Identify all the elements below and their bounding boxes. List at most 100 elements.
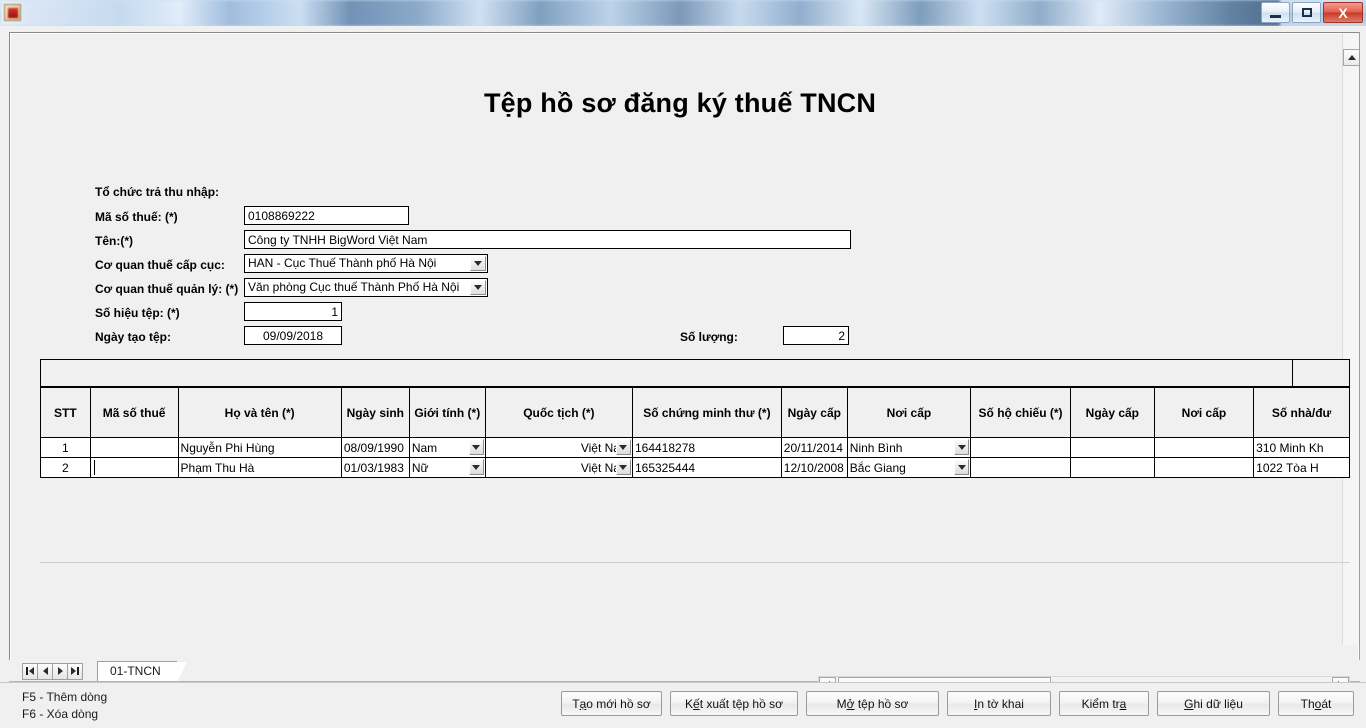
table-row[interactable]: 2 Phạm Thu Hà 01/03/1983 Nữ Việt Nam 165… — [40, 457, 1350, 478]
cell-passport-issue-date[interactable] — [1069, 437, 1155, 458]
cell-nationality[interactable]: Việt Nam — [484, 457, 633, 478]
print-declaration-label: In tờ khai — [974, 696, 1024, 711]
last-sheet-button[interactable] — [67, 662, 83, 680]
cell-birth-date[interactable]: 08/09/1990 — [340, 437, 410, 458]
cell-tax-code[interactable] — [89, 457, 179, 478]
tax-department-select[interactable]: HAN - Cục Thuế Thành phố Hà Nội — [244, 254, 488, 273]
cell-nationality-value: Việt Nam — [580, 460, 630, 475]
cell-tax-code[interactable] — [89, 437, 179, 458]
grid-bottom-divider — [40, 562, 1350, 563]
cell-gender[interactable]: Nữ — [408, 457, 486, 478]
col-passport-number: Số hộ chiếu (*) — [970, 387, 1071, 438]
col-stt: STT — [40, 387, 91, 438]
chevron-down-icon[interactable] — [470, 280, 486, 295]
quantity-field[interactable]: 2 — [783, 326, 849, 345]
cell-gender[interactable]: Nam — [408, 437, 486, 458]
export-file-button[interactable]: Kết xuất tệp hồ sơ — [670, 691, 798, 716]
cell-id-issue-place[interactable]: Ninh Bình — [846, 437, 972, 458]
cell-id-issue-date[interactable]: 20/11/2014 — [780, 437, 848, 458]
chevron-down-icon[interactable] — [468, 439, 484, 455]
cell-nationality[interactable]: Việt Nam — [484, 437, 633, 458]
table-row[interactable]: 1 Nguyễn Phi Hùng 08/09/1990 Nam Việt Na… — [40, 437, 1350, 458]
cell-id-issue-date[interactable]: 12/10/2008 — [780, 457, 848, 478]
grid-title-band — [40, 359, 1293, 387]
tax-code-field[interactable]: 0108869222 — [244, 206, 409, 225]
sheet-tab-01-tncn[interactable]: 01-TNCN — [97, 661, 187, 682]
company-name-field[interactable]: Công ty TNHH BigWord Việt Nam — [244, 230, 851, 249]
label-managing-tax-office: Cơ quan thuế quản lý: (*) — [95, 282, 239, 296]
chevron-down-icon[interactable] — [470, 256, 486, 271]
cell-passport-issue-place[interactable] — [1153, 457, 1255, 478]
cell-passport-number[interactable] — [970, 457, 1071, 478]
previous-sheet-button[interactable] — [37, 662, 53, 680]
cell-passport-issue-date[interactable] — [1069, 457, 1155, 478]
file-number-field[interactable]: 1 — [244, 302, 342, 321]
minimize-button[interactable] — [1261, 2, 1290, 23]
col-passport-issue-place: Nơi cấp — [1153, 387, 1255, 438]
application-window: X Tệp hồ sơ đăng ký thuế TNCN Tổ chức tr… — [0, 0, 1366, 728]
cell-address[interactable]: 1022 Tòa H — [1253, 457, 1350, 478]
cell-id-issue-place-value: Ninh Bình — [849, 440, 903, 455]
col-gender: Giới tính (*) — [408, 387, 486, 438]
col-id-issue-place: Nơi cấp — [846, 387, 972, 438]
col-address: Số nhà/đư — [1253, 387, 1350, 438]
export-file-label: Kết xuất tệp hồ sơ — [685, 696, 783, 711]
next-sheet-button[interactable] — [52, 662, 68, 680]
label-quantity: Số lượng: — [680, 330, 738, 344]
table-header-row: STT Mã số thuế Họ và tên (*) Ngày sinh G… — [40, 387, 1350, 438]
validate-label: Kiểm tra — [1081, 696, 1127, 711]
footer-bar: F5 - Thêm dòng F6 - Xóa dòng Tạo mới hồ … — [0, 682, 1366, 728]
records-grid: STT Mã số thuế Họ và tên (*) Ngày sinh G… — [40, 359, 1350, 566]
cell-id-number[interactable]: 165325444 — [631, 457, 782, 478]
cell-full-name[interactable]: Nguyễn Phi Hùng — [177, 437, 342, 458]
managing-tax-office-value: Văn phòng Cục thuế Thành Phố Hà Nội — [248, 280, 460, 294]
chevron-down-icon[interactable] — [615, 439, 631, 455]
first-sheet-button[interactable] — [22, 662, 38, 680]
hint-add-row: F5 - Thêm dòng — [22, 690, 108, 704]
tax-department-value: HAN - Cục Thuế Thành phố Hà Nội — [248, 256, 437, 270]
close-button[interactable]: X — [1323, 2, 1363, 23]
cell-id-issue-place[interactable]: Bắc Giang — [846, 457, 972, 478]
sheet-nav-buttons — [22, 662, 83, 680]
col-passport-issue-date: Ngày cấp — [1069, 387, 1155, 438]
open-file-label: Mở tệp hồ sơ — [836, 696, 909, 711]
file-date-field[interactable]: 09/09/2018 — [244, 326, 342, 345]
chevron-down-icon[interactable] — [954, 459, 970, 475]
cell-stt: 2 — [40, 457, 91, 478]
cell-passport-number[interactable] — [970, 437, 1071, 458]
open-file-button[interactable]: Mở tệp hồ sơ — [806, 691, 939, 716]
chevron-down-icon[interactable] — [615, 459, 631, 475]
cell-stt: 1 — [40, 437, 91, 458]
triangle-up-icon — [1347, 55, 1356, 60]
cell-full-name[interactable]: Phạm Thu Hà — [177, 457, 342, 478]
label-company-name: Tên:(*) — [95, 234, 133, 248]
cell-address[interactable]: 310 Minh Kh — [1253, 437, 1350, 458]
cell-id-issue-place-value: Bắc Giang — [849, 460, 906, 475]
text-cursor — [93, 460, 95, 475]
triangle-right-icon — [57, 667, 63, 675]
save-data-button[interactable]: Ghi dữ liệu — [1157, 691, 1270, 716]
print-declaration-button[interactable]: In tờ khai — [947, 691, 1051, 716]
close-icon: X — [1338, 4, 1348, 21]
records-table: STT Mã số thuế Họ và tên (*) Ngày sinh G… — [40, 387, 1350, 478]
chevron-down-icon[interactable] — [954, 439, 970, 455]
cell-birth-date[interactable]: 01/03/1983 — [340, 457, 410, 478]
managing-tax-office-select[interactable]: Văn phòng Cục thuế Thành Phố Hà Nội — [244, 278, 488, 297]
label-tax-department: Cơ quan thuế cấp cục: — [95, 258, 225, 272]
cell-id-number[interactable]: 164418278 — [631, 437, 782, 458]
validate-button[interactable]: Kiểm tra — [1059, 691, 1149, 716]
hint-delete-row: F6 - Xóa dòng — [22, 707, 99, 721]
scroll-up-button[interactable] — [1343, 49, 1359, 66]
org-section-label: Tổ chức trả thu nhập: — [95, 185, 220, 199]
grid-title-band-overflow — [1293, 359, 1350, 387]
new-record-button[interactable]: Tạo mới hồ sơ — [561, 691, 662, 716]
exit-button[interactable]: Thoát — [1278, 691, 1354, 716]
chevron-down-icon[interactable] — [468, 459, 484, 475]
keyboard-hints: F5 - Thêm dòng F6 - Xóa dòng — [22, 689, 107, 723]
cell-passport-issue-place[interactable] — [1153, 437, 1255, 458]
col-tax-code: Mã số thuế — [89, 387, 179, 438]
col-full-name: Họ và tên (*) — [177, 387, 342, 438]
app-icon — [4, 4, 21, 21]
col-nationality: Quốc tịch (*) — [484, 387, 633, 438]
maximize-button[interactable] — [1292, 2, 1321, 23]
